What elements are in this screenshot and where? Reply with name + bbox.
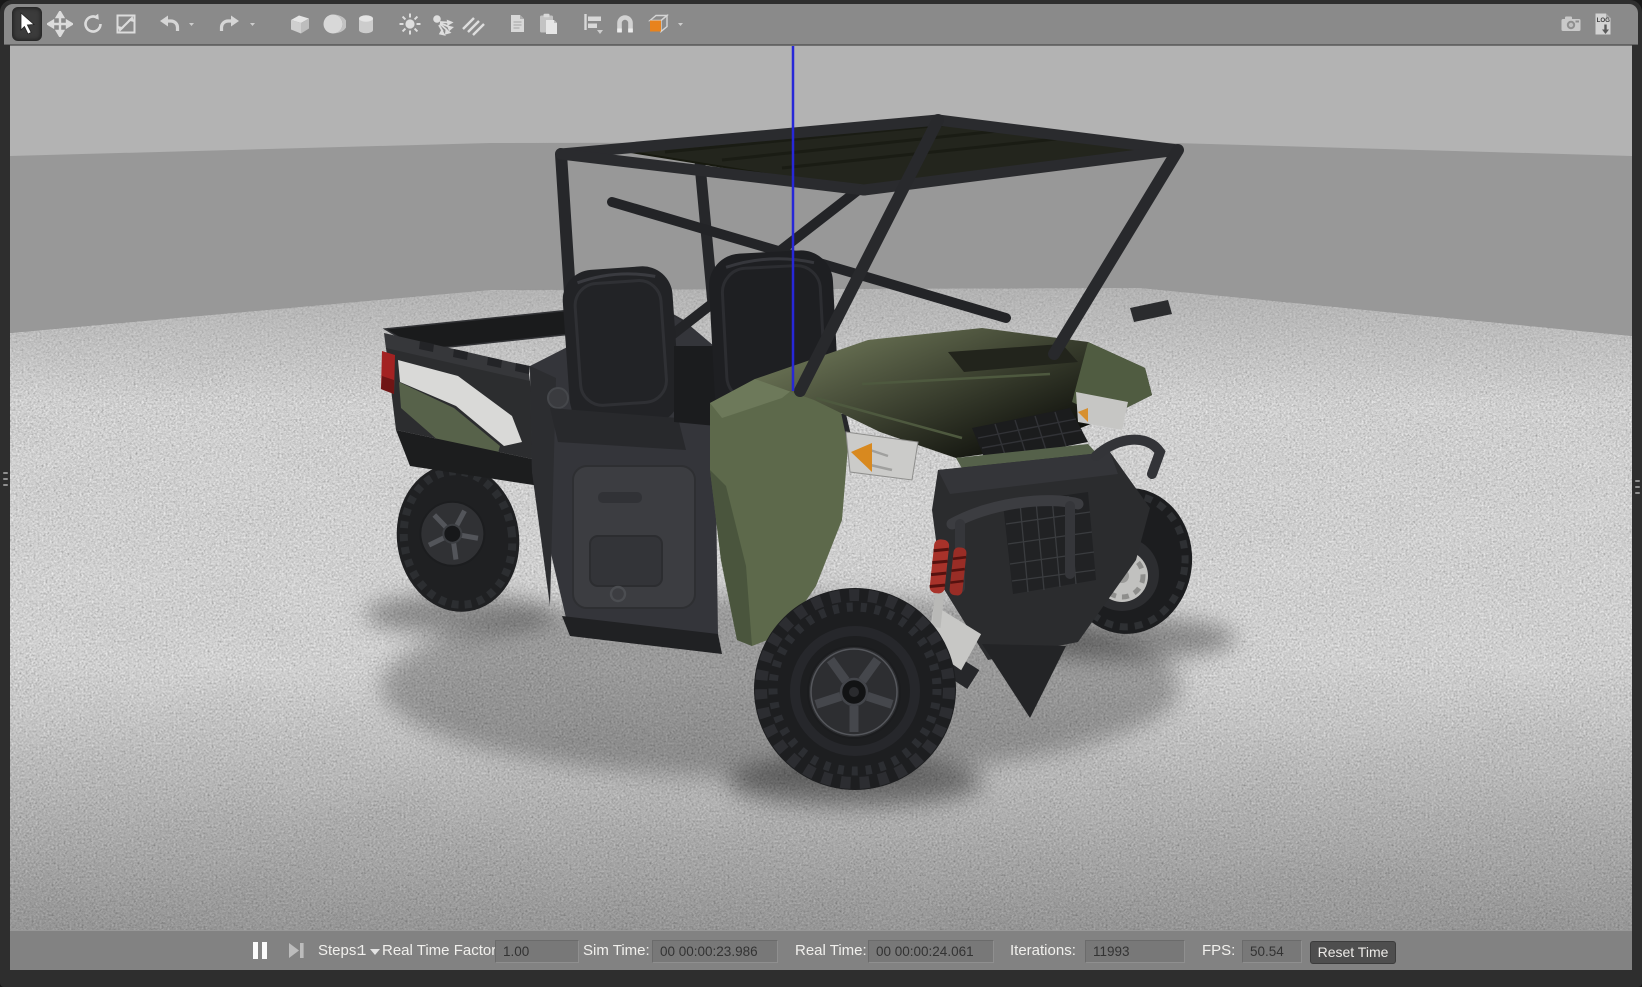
cylinder-icon xyxy=(353,11,379,37)
screenshot-button[interactable] xyxy=(1556,7,1586,41)
insert-cylinder-button[interactable] xyxy=(351,7,381,41)
left-splitter-handle[interactable] xyxy=(1,462,9,496)
insert-box-button[interactable] xyxy=(285,7,315,41)
snap-button[interactable] xyxy=(610,7,640,41)
rtf-value-field[interactable]: 1.00 xyxy=(495,940,579,963)
scale-tool-button[interactable] xyxy=(111,7,141,41)
viewport-3d[interactable] xyxy=(10,45,1632,930)
fps-label: FPS: xyxy=(1202,942,1235,959)
select-tool-button[interactable] xyxy=(12,7,42,41)
scale-diagonal-arrows-icon xyxy=(113,11,139,37)
iterations-label: Iterations: xyxy=(1010,942,1076,959)
insert-sphere-button[interactable] xyxy=(318,7,348,41)
copy-document-icon xyxy=(504,11,530,37)
sim-time-label: Sim Time: xyxy=(583,942,650,959)
wheel-front-left xyxy=(754,588,956,790)
log-file-icon: LOG xyxy=(1590,11,1616,37)
fps-field[interactable]: 50.54 xyxy=(1242,940,1302,963)
cube-icon xyxy=(287,11,313,37)
directional-light-lines-icon xyxy=(460,11,486,37)
redo-button[interactable] xyxy=(215,7,245,41)
undo-history-dropdown[interactable] xyxy=(184,7,199,41)
rotate-tool-button[interactable] xyxy=(78,7,108,41)
translate-arrows-icon xyxy=(47,11,73,37)
spot-light-rays-icon xyxy=(429,11,455,37)
svg-text:LOG: LOG xyxy=(1597,17,1611,24)
step-button[interactable] xyxy=(286,942,306,959)
magnet-icon xyxy=(612,11,638,37)
scene-render xyxy=(10,46,1632,930)
point-light-sun-icon xyxy=(397,11,423,37)
iterations-field[interactable]: 11993 xyxy=(1085,940,1185,963)
arrow-cursor-icon xyxy=(14,11,40,37)
insert-spot-light-button[interactable] xyxy=(427,7,457,41)
copy-button[interactable] xyxy=(502,7,532,41)
paste-clipboard-icon xyxy=(535,11,561,37)
right-splitter-handle[interactable] xyxy=(1633,470,1641,504)
real-time-field[interactable]: 00 00:00:24.061 xyxy=(868,940,994,963)
undo-button[interactable] xyxy=(154,7,184,41)
sim-time-field[interactable]: 00 00:00:23.986 xyxy=(652,940,778,963)
sphere-icon xyxy=(320,11,346,37)
rotate-circular-arrow-icon xyxy=(80,11,106,37)
gazebo-window: LOG xyxy=(0,0,1642,987)
view-angle-dropdown[interactable] xyxy=(673,7,688,41)
paste-button[interactable] xyxy=(533,7,563,41)
view-angle-button[interactable] xyxy=(643,7,673,41)
data-logger-button[interactable]: LOG xyxy=(1588,7,1618,41)
redo-history-dropdown[interactable] xyxy=(245,7,260,41)
toolbar: LOG xyxy=(4,4,1638,45)
redo-arrow-icon xyxy=(217,11,243,37)
real-time-label: Real Time: xyxy=(795,942,867,959)
status-bar: Steps: 1 Real Time Factor: 1.00 Sim Time… xyxy=(10,930,1632,970)
translate-tool-button[interactable] xyxy=(45,7,75,41)
caret-down-icon xyxy=(674,11,687,37)
caret-down-icon xyxy=(246,11,259,37)
caret-down-icon xyxy=(185,11,198,37)
undo-arrow-icon xyxy=(156,11,182,37)
camera-icon xyxy=(1558,11,1584,37)
steps-label: Steps: xyxy=(318,942,361,959)
insert-directional-light-button[interactable] xyxy=(458,7,488,41)
rtf-label: Real Time Factor: xyxy=(382,942,500,959)
steps-value[interactable]: 1 xyxy=(358,942,366,959)
orange-cube-icon xyxy=(645,11,671,37)
pause-icon xyxy=(253,942,258,959)
pause-button[interactable] xyxy=(253,942,271,959)
align-flag-icon xyxy=(580,11,606,37)
align-button[interactable] xyxy=(578,7,608,41)
step-forward-icon xyxy=(286,942,306,959)
steps-dropdown[interactable] xyxy=(370,949,380,955)
insert-point-light-button[interactable] xyxy=(395,7,425,41)
reset-time-button[interactable]: Reset Time xyxy=(1310,941,1396,964)
